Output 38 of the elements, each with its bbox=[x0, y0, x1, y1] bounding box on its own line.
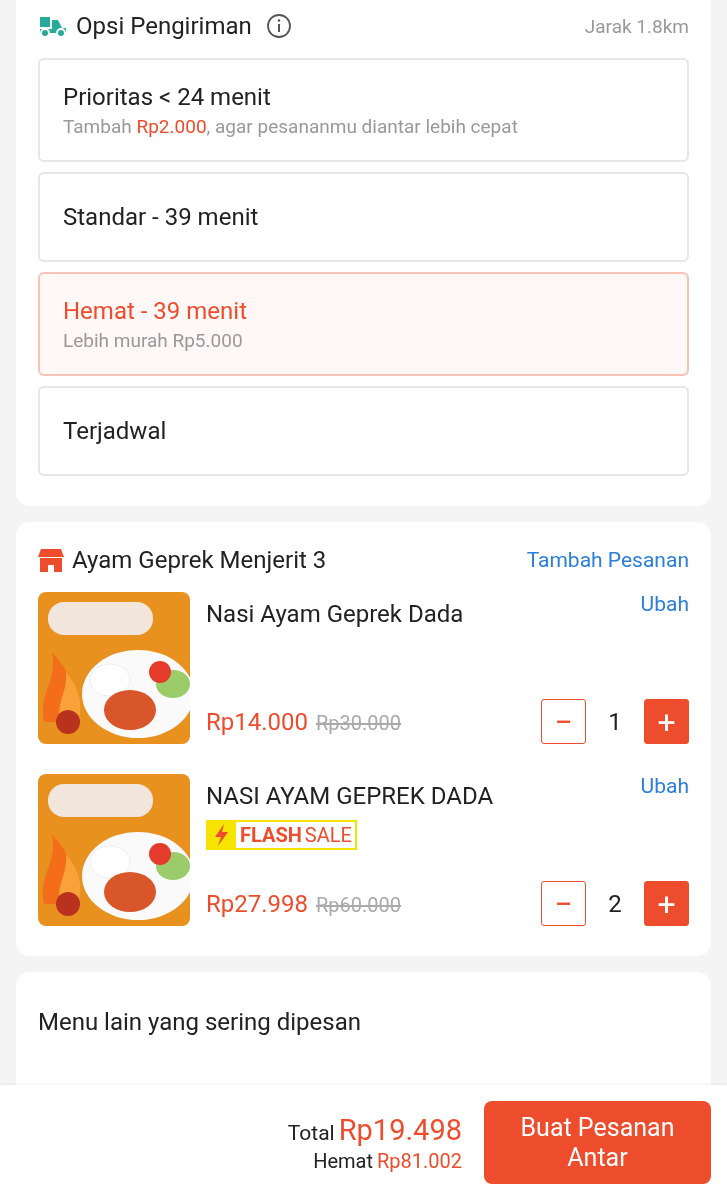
store-name: Ayam Geprek Menjerit 3 bbox=[72, 546, 327, 574]
flash-sale-badge: FLASHSALE bbox=[206, 820, 357, 850]
edit-link[interactable]: Ubah bbox=[640, 592, 689, 616]
savings-label: Hemat bbox=[313, 1148, 373, 1173]
savings-amount: Rp81.002 bbox=[376, 1148, 462, 1173]
delivery-option[interactable]: Hemat - 39 menit Lebih murah Rp5.000 bbox=[38, 272, 689, 376]
decrease-button[interactable]: − bbox=[541, 881, 586, 926]
price: Rp14.000 bbox=[206, 707, 309, 736]
store-icon bbox=[38, 547, 64, 573]
decrease-button[interactable]: − bbox=[541, 699, 586, 744]
product-name: NASI AYAM GEPREK DADA bbox=[206, 782, 494, 810]
info-icon[interactable] bbox=[265, 13, 292, 39]
quantity: 1 bbox=[608, 707, 622, 736]
add-order-link[interactable]: Tambah Pesanan bbox=[526, 548, 689, 572]
delivery-option[interactable]: Standar - 39 menit bbox=[38, 172, 689, 262]
option-title: Hemat - 39 menit bbox=[63, 296, 248, 325]
option-description: Lebih murah Rp5.000 bbox=[63, 328, 244, 352]
increase-button[interactable]: + bbox=[644, 881, 689, 926]
option-title: Standar - 39 menit bbox=[63, 203, 260, 231]
place-order-button[interactable]: Buat Pesanan Antar bbox=[484, 1101, 711, 1184]
section-title: Menu lain yang sering dipesan bbox=[38, 1008, 361, 1036]
option-description: Tambah Rp2.000, agar pesananmu diantar lebih cepat bbox=[63, 114, 519, 138]
total-amount: Rp19.498 bbox=[338, 1112, 462, 1147]
product-name: Nasi Ayam Geprek Dada bbox=[206, 600, 464, 628]
increase-button[interactable]: + bbox=[644, 699, 689, 744]
price: Rp27.998 bbox=[206, 889, 309, 918]
scooter-icon bbox=[38, 14, 68, 38]
option-title: Terjadwal bbox=[63, 417, 168, 445]
distance-label: Jarak 1.8km bbox=[584, 14, 689, 38]
section-title: Opsi Pengiriman bbox=[76, 12, 252, 40]
delivery-option[interactable]: Prioritas < 24 menit Tambah Rp2.000, agar pesananmu diantar lebih cepat bbox=[38, 58, 689, 162]
quantity: 2 bbox=[608, 889, 622, 918]
original-price: Rp60.000 bbox=[316, 892, 402, 917]
delivery-option[interactable]: Terjadwal bbox=[38, 386, 689, 476]
original-price: Rp30.000 bbox=[316, 710, 402, 735]
option-title: Prioritas < 24 menit bbox=[63, 82, 272, 111]
edit-link[interactable]: Ubah bbox=[640, 774, 689, 798]
total-label: Total bbox=[287, 1120, 335, 1145]
